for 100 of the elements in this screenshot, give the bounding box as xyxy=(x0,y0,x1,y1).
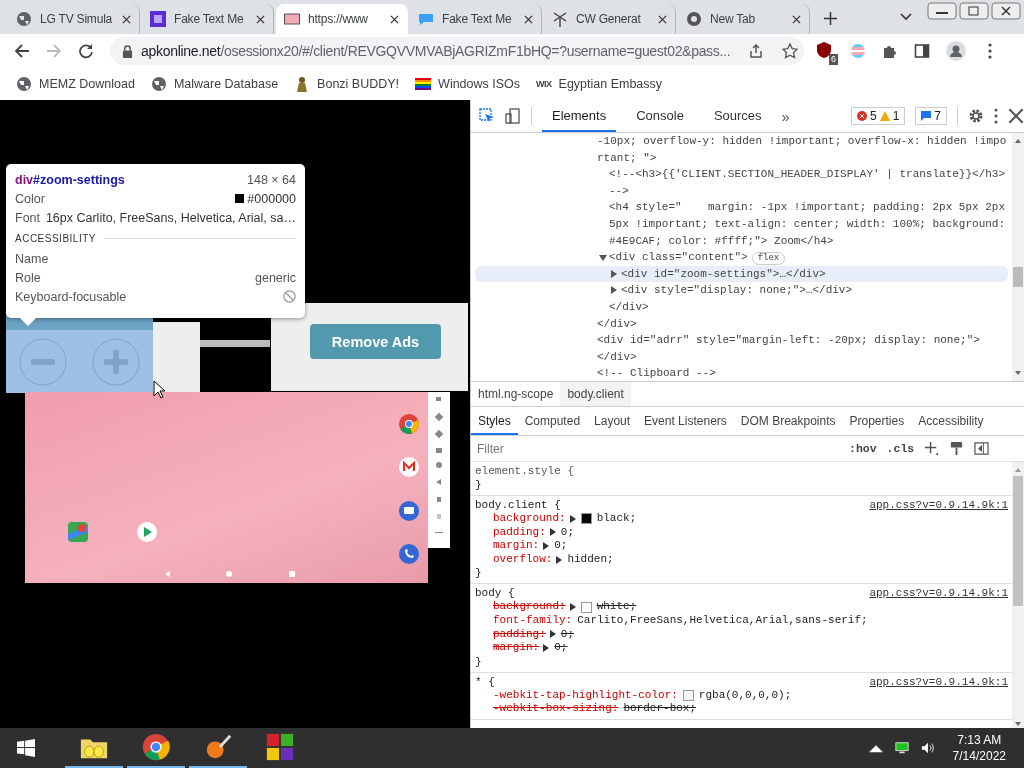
expand-triangle-icon[interactable] xyxy=(549,528,556,537)
css-declaration[interactable]: padding: 0; xyxy=(475,627,1008,642)
chrome-icon xyxy=(141,732,171,762)
phone-icon[interactable] xyxy=(399,544,419,564)
pane-tab[interactable]: Accessibility xyxy=(911,407,991,435)
css-declaration[interactable]: overflow: hidden; xyxy=(475,552,1008,567)
close-icon[interactable] xyxy=(658,14,667,24)
bookmark[interactable]: Windows ISOs xyxy=(415,76,521,92)
css-declaration[interactable]: padding: 0; xyxy=(475,525,1008,540)
css-declaration[interactable]: margin: 0; xyxy=(475,641,1008,655)
more-tabs-icon[interactable]: » xyxy=(781,107,790,125)
dom-node[interactable]: <div id="zoom-settings">…</div> xyxy=(475,265,1008,283)
plus-icon[interactable] xyxy=(924,441,940,456)
bookmark[interactable]: MEMZ Download xyxy=(16,76,135,92)
css-declaration[interactable]: -webkit-tap-highlight-color: rgba(0,0,0,0); xyxy=(475,688,1008,703)
pane-tab[interactable]: Computed xyxy=(517,407,588,435)
inspect-element-icon[interactable] xyxy=(479,108,495,124)
css-declaration[interactable]: background: white; xyxy=(475,600,1008,614)
devtools-tab[interactable]: Sources xyxy=(703,100,772,132)
color-swatch[interactable] xyxy=(580,601,592,613)
settings-icon[interactable] xyxy=(968,108,984,124)
css-selector: element.style { xyxy=(475,464,575,478)
dom-node[interactable]: </div> xyxy=(475,298,1008,316)
windows-start-icon[interactable] xyxy=(17,739,35,757)
close-icon[interactable] xyxy=(256,14,265,24)
dom-node-line[interactable]: 5px !important; text-align: center; width: 100%; background: xyxy=(475,215,1008,233)
expand-triangle-icon[interactable] xyxy=(543,643,550,652)
color-swatch[interactable] xyxy=(682,690,694,702)
devtools-tab[interactable]: Console xyxy=(626,100,694,132)
css-declaration[interactable]: margin: 0; xyxy=(475,539,1008,553)
pane-tab[interactable]: DOM Breakpoints xyxy=(733,407,843,435)
scrollbar[interactable] xyxy=(1012,133,1024,381)
dom-node[interactable]: <!-- Clipboard --> xyxy=(475,365,1008,381)
expand-triangle-icon[interactable] xyxy=(543,542,550,550)
dom-node[interactable]: <div style="display: none;">…</div> xyxy=(475,282,1008,299)
dom-node-line[interactable]: #4E9CAF; color: #ffff;"> Zoom</h4> xyxy=(475,232,1008,250)
css-declaration[interactable]: background: black; xyxy=(475,512,1008,526)
dom-node-line[interactable]: --> xyxy=(475,182,1008,200)
chrome-icon[interactable] xyxy=(399,414,419,434)
clock[interactable]: 7:13 AM 7/14/2022 xyxy=(952,732,1006,764)
play-store-icon[interactable] xyxy=(137,522,157,542)
sidebar-toggle-icon[interactable] xyxy=(974,441,990,456)
message-icon[interactable] xyxy=(399,501,419,521)
dom-node[interactable]: <div id="adrr" style="margin-left: -20px; display: none;"> xyxy=(475,332,1008,349)
device-toolbar-icon[interactable] xyxy=(505,108,521,124)
devtools-tab[interactable]: Elements xyxy=(542,100,617,132)
message-counter[interactable]: 7 xyxy=(915,107,947,125)
dom-node[interactable]: -10px; overflow-y: hidden !important; overflow-x: hidden !impo xyxy=(475,133,1008,150)
expand-triangle-icon[interactable] xyxy=(569,603,576,612)
mail-icon[interactable] xyxy=(399,457,419,477)
paint-roller-icon[interactable] xyxy=(949,441,965,456)
source-link[interactable]: app.css?v=0.9.14.9k:1 xyxy=(869,674,1008,689)
avatar-icon[interactable] xyxy=(946,41,966,61)
breadcrumb[interactable]: html.ng-scope xyxy=(471,382,561,406)
pane-tab[interactable]: Layout xyxy=(587,407,638,435)
issue-counter[interactable]: 5 1 xyxy=(850,107,906,125)
speaker-icon[interactable] xyxy=(920,741,935,755)
css-declaration[interactable]: -webkit-box-sizing: border-box; xyxy=(475,702,1008,716)
star-icon[interactable] xyxy=(782,43,799,59)
side-panel-icon[interactable] xyxy=(914,43,930,59)
breadcrumb[interactable]: body.client xyxy=(560,382,631,406)
source-link[interactable]: app.css?v=0.9.14.9k:1 xyxy=(869,586,1008,601)
pane-tab[interactable]: Styles xyxy=(471,407,518,435)
expand-triangle-icon[interactable] xyxy=(549,630,556,639)
pane-tab[interactable]: Event Listeners xyxy=(637,407,734,435)
bookmark[interactable]: WIX Egyptian Embassy xyxy=(536,77,663,91)
plus-icon[interactable] xyxy=(824,12,837,25)
bookmark[interactable]: Malware Database xyxy=(150,76,279,92)
close-icon[interactable] xyxy=(1008,108,1024,124)
close-icon[interactable] xyxy=(524,14,533,24)
share-icon[interactable] xyxy=(748,43,765,59)
window-controls-icon[interactable] xyxy=(927,1,1021,21)
back-arrow-icon[interactable] xyxy=(14,43,30,59)
address-bar[interactable]: apkonline.net/osessionx20/#/client/REVGQVVMVABjAGRIZmF1bHQ=?username=guest02&pass... xyxy=(110,37,804,65)
pane-tab[interactable]: Properties xyxy=(842,407,912,435)
browser-tab[interactable]: https://www xyxy=(276,4,408,34)
chevron-down-icon[interactable] xyxy=(900,13,912,21)
class-toggle[interactable]: .cls xyxy=(886,442,915,455)
monitor-icon[interactable] xyxy=(894,741,909,755)
color-swatch[interactable] xyxy=(580,513,592,525)
puzzle-icon[interactable] xyxy=(882,43,898,59)
hover-state-toggle[interactable]: :hov xyxy=(849,442,877,455)
bookmark-label: Egyptian Embassy xyxy=(558,77,663,91)
bookmark[interactable]: Bonzi BUDDY! xyxy=(294,76,400,92)
close-icon[interactable] xyxy=(792,14,801,24)
dom-node[interactable]: </div> xyxy=(475,348,1008,366)
dom-node-line[interactable]: rtant; "> xyxy=(475,149,1008,167)
source-link[interactable]: app.css?v=0.9.14.9k:1 xyxy=(869,498,1008,512)
expand-triangle-icon[interactable] xyxy=(556,555,563,564)
reload-icon[interactable] xyxy=(78,43,94,59)
close-icon[interactable] xyxy=(390,14,399,24)
dom-node[interactable]: </div> xyxy=(475,315,1008,333)
kebab-menu-icon[interactable] xyxy=(994,108,998,124)
dom-node[interactable]: <!--<h3>{{'CLIENT.SECTION_HEADER_DISPLAY' | translate}}</h3> xyxy=(475,166,1008,183)
dom-node[interactable]: <h4 style=" margin: -1px !important; padding: 2px 5px 2px xyxy=(475,199,1008,216)
css-declaration[interactable]: font-family: Carlito,FreeSans,Helvetica,Arial,sans-serif; xyxy=(475,613,1008,628)
close-icon[interactable] xyxy=(122,14,131,24)
square-icon xyxy=(150,11,166,27)
emulator-toolbar-drawing[interactable] xyxy=(428,392,450,548)
expand-triangle-icon[interactable] xyxy=(569,514,576,523)
